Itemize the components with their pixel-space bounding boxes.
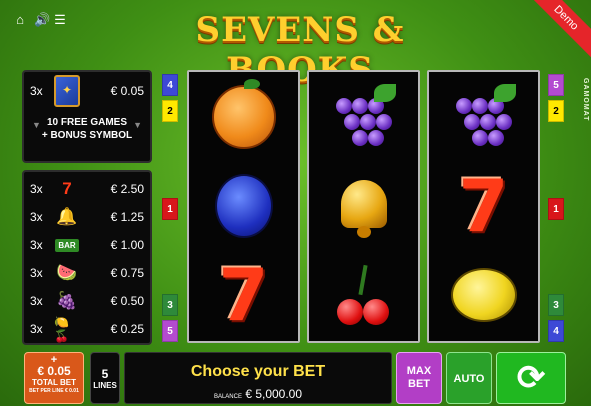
reel-cell — [309, 72, 418, 161]
paytable-value: € 1.25 — [110, 210, 144, 224]
bet-prompt: Choose your BET — [190, 363, 326, 380]
message-panel: Choose your BET BALANCE € 5,000.00 — [124, 352, 392, 404]
grapes-icon — [332, 83, 396, 150]
spin-icon: ⟳ — [516, 359, 546, 397]
max-bet-line-1: MAX — [406, 365, 432, 377]
paytable-row: 3x 🔔 € 1.25 — [24, 203, 150, 231]
line-marker-1[interactable]: 1 — [548, 198, 564, 220]
bar-icon: BAR — [54, 234, 80, 256]
auto-button[interactable]: AUTO — [446, 352, 492, 404]
reel-1: 7 — [187, 70, 300, 343]
paytable-multiplier: 3x — [30, 182, 43, 196]
paytable-multiplier: 3x — [30, 322, 43, 336]
mixed-fruit-icon: 🍋🍒 — [54, 315, 69, 343]
line-marker-5[interactable]: 5 — [548, 74, 564, 96]
line-marker-3[interactable]: 3 — [162, 294, 178, 316]
plum-icon — [214, 173, 273, 238]
paytable-value: € 1.00 — [110, 238, 144, 252]
total-bet-button[interactable]: + € 0.05 TOTAL BET BET PER LINE € 0.01 — [24, 352, 84, 404]
reel-2 — [307, 70, 420, 343]
bet-per-line: BET PER LINE € 0.01 — [29, 388, 79, 394]
bell-icon — [335, 174, 393, 238]
vendor-logo: GAMOMAT — [582, 78, 589, 122]
seven-icon: 7 — [458, 163, 509, 248]
seven-icon: 7 — [62, 179, 72, 198]
grapes-icon — [452, 83, 516, 150]
bonus-multiplier: 3x — [30, 84, 43, 98]
grapes-icon: 🍇 — [56, 291, 78, 310]
arrow-down-icon: ▼ — [133, 120, 142, 130]
reel-cell — [189, 161, 298, 250]
paytable-row: 3x 🍇 € 0.50 — [24, 287, 150, 315]
line-marker-1[interactable]: 1 — [162, 198, 178, 220]
bar-label: BAR — [55, 238, 79, 252]
paytable-row: 3x 🍉 € 0.75 — [24, 259, 150, 287]
reel-3: 7 — [427, 70, 540, 343]
bell-icon: 🔔 — [56, 207, 78, 226]
watermelon-icon: 🍉 — [56, 263, 78, 282]
book-icon — [54, 75, 80, 107]
max-bet-line-2: BET — [408, 378, 430, 390]
paytable-multiplier: 3x — [30, 238, 43, 252]
orange-icon — [211, 78, 276, 149]
reel-cell — [309, 250, 418, 339]
bonus-description: 10 FREE GAMES + BONUS SYMBOL — [24, 110, 150, 142]
lemon-icon — [450, 267, 517, 322]
paytable-multiplier: 3x — [30, 266, 43, 280]
total-bet-amount: € 0.05 — [37, 364, 71, 378]
reel-cell — [429, 250, 538, 339]
line-marker-4[interactable]: 4 — [548, 320, 564, 342]
lines-label: LINES — [93, 381, 117, 390]
reel-cell — [189, 72, 298, 161]
top-toolbar: ⌂ 🔊 ☰ — [14, 13, 66, 26]
line-marker-2[interactable]: 2 — [162, 100, 178, 122]
line-marker-5[interactable]: 5 — [162, 320, 178, 342]
paytable-row: 3x 🍋🍒 € 0.25 — [24, 315, 150, 343]
reel-cell: 7 — [189, 250, 298, 339]
home-icon[interactable]: ⌂ — [14, 13, 26, 26]
arrow-down-icon: ▼ — [32, 120, 41, 130]
line-marker-3[interactable]: 3 — [548, 294, 564, 316]
line-marker-2[interactable]: 2 — [548, 100, 564, 122]
paytable-row: 3x BAR € 1.00 — [24, 231, 150, 259]
paytable-value: € 0.50 — [110, 294, 144, 308]
balance-label: BALANCE — [213, 394, 242, 400]
max-bet-button[interactable]: MAX BET — [396, 352, 442, 404]
paytable-row: 3x 7 € 2.50 — [24, 175, 150, 203]
reel-cell: 7 — [429, 161, 538, 250]
menu-icon[interactable]: ☰ — [54, 13, 66, 26]
lines-display: 5 LINES — [90, 352, 120, 404]
paytable-value: € 0.75 — [110, 266, 144, 280]
balance-value: € 5,000.00 — [245, 387, 303, 401]
paytable-multiplier: 3x — [30, 210, 43, 224]
sound-icon[interactable]: 🔊 — [34, 13, 50, 26]
paytable-multiplier: 3x — [30, 294, 43, 308]
spin-button[interactable]: ⟳ — [496, 352, 566, 404]
reel-cell — [309, 161, 418, 250]
paytable: 3x 7 € 2.50 3x 🔔 € 1.25 3x BAR € 1.00 3x… — [22, 170, 152, 345]
bonus-paytable: 3x € 0.05 ▼ ▼ 10 FREE GAMES + BONUS SYMB… — [22, 70, 152, 163]
lines-count: 5 — [101, 367, 109, 381]
total-bet-label: TOTAL BET — [32, 378, 76, 387]
demo-ribbon: Demo — [520, 0, 591, 64]
bonus-row: 3x € 0.05 — [24, 72, 150, 110]
paytable-value: € 2.50 — [110, 182, 144, 196]
bonus-line-2: + BONUS SYMBOL — [41, 130, 133, 141]
line-marker-4[interactable]: 4 — [162, 74, 178, 96]
reel-cell — [429, 72, 538, 161]
cherries-icon — [333, 263, 395, 327]
bonus-value: € 0.05 — [110, 84, 144, 98]
bonus-line-1: 10 FREE GAMES — [46, 117, 128, 128]
paytable-value: € 0.25 — [110, 322, 144, 336]
seven-icon: 7 — [218, 252, 269, 337]
balance: BALANCE € 5,000.00 — [125, 387, 391, 401]
